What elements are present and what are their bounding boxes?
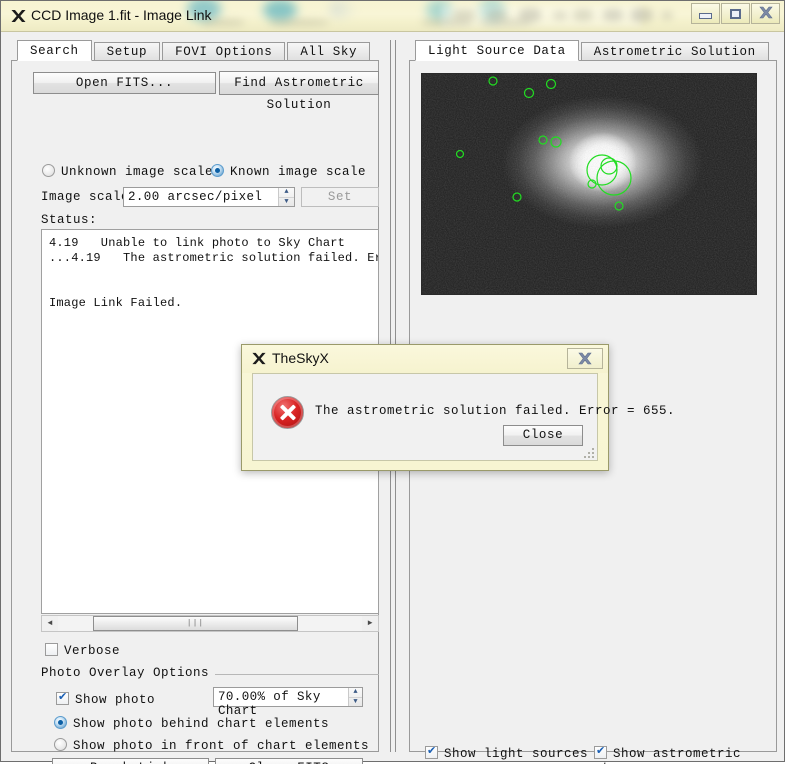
set-button[interactable]: Set	[301, 187, 379, 207]
status-gap	[42, 266, 378, 296]
close-icon	[578, 352, 592, 365]
right-tabstrip: Light Source Data Astrometric Solution	[415, 40, 777, 61]
x-logo-icon	[10, 8, 27, 24]
window-titlebar[interactable]: CCD Image 1.fit - Image Link	[1, 1, 784, 32]
scrollbar-thumb[interactable]: |||	[93, 616, 298, 631]
window-client-area: Search Setup FOVI Options All Sky Open F…	[1, 32, 784, 764]
radio-behind-label: Show photo behind chart elements	[73, 717, 330, 731]
show-astrometric-stars-label: Show astrometric stars	[594, 747, 742, 764]
left-tabstrip: Search Setup FOVI Options All Sky	[17, 40, 379, 61]
image-scale-spin-buttons: ▲ ▼	[278, 188, 294, 206]
window-title: CCD Image 1.fit - Image Link	[31, 7, 212, 23]
radio-photo-behind[interactable]: Show photo behind chart elements	[54, 716, 329, 731]
image-scale-value[interactable]: 2.00 arcsec/pixel	[124, 188, 278, 206]
maximize-icon	[730, 8, 741, 19]
scroll-right-arrow-icon[interactable]: ►	[362, 616, 378, 631]
window-controls	[690, 3, 780, 25]
tab-astrometric-solution[interactable]: Astrometric Solution	[580, 42, 769, 61]
photo-percent-spin-buttons: ▲ ▼	[348, 688, 362, 706]
verbose-checkbox-box	[45, 643, 58, 656]
tab-all-sky[interactable]: All Sky	[287, 42, 371, 61]
radio-behind-indicator	[54, 716, 67, 729]
error-circle-icon	[271, 396, 304, 429]
find-astrometric-solution-button[interactable]: Find Astrometric Solution	[219, 71, 379, 112]
photo-percent-value[interactable]: 70.00% of Sky Chart	[214, 688, 348, 718]
radio-known-label: Known image scale	[230, 165, 367, 179]
image-link-window: CCD Image 1.fit - Image Link Search Setu…	[0, 0, 785, 764]
photo-percent-stepper[interactable]: 70.00% of Sky Chart ▲ ▼	[213, 687, 363, 718]
radio-unknown-label: Unknown image scale	[61, 165, 214, 179]
tab-search[interactable]: Search	[17, 40, 92, 61]
show-astrometric-stars-box	[594, 744, 607, 759]
close-icon	[758, 6, 773, 22]
close-button[interactable]	[751, 3, 780, 24]
dialog-title: TheSkyX	[272, 350, 329, 366]
dialog-close-button[interactable]	[567, 348, 603, 369]
dialog-resize-grip-icon[interactable]	[584, 448, 594, 458]
tab-light-source-data[interactable]: Light Source Data	[415, 40, 579, 61]
break-link-button[interactable]: Break Link	[52, 758, 209, 764]
close-fits-button[interactable]: Close FITS	[215, 758, 363, 764]
ccd-sky-image[interactable]	[421, 73, 757, 295]
show-astrometric-stars-checkbox[interactable]: Show astrometric stars	[594, 744, 784, 764]
tab-fovi-options[interactable]: FOVI Options	[162, 42, 286, 61]
tab-setup[interactable]: Setup	[93, 42, 161, 61]
screenshot-root: CCD Image 1.fit - Image Link Search Setu…	[0, 0, 787, 764]
radio-unknown-indicator	[42, 164, 55, 177]
dialog-close-action-button[interactable]: Close	[503, 425, 583, 446]
scroll-left-arrow-icon[interactable]: ◄	[42, 616, 58, 631]
status-line-1: 4.19 Unable to link photo to Sky Chart	[49, 236, 346, 250]
open-fits-button[interactable]: Open FITS...	[33, 72, 216, 94]
dialog-message: The astrometric solution failed. Error =…	[315, 404, 676, 418]
status-horizontal-scrollbar[interactable]: ◄ ||| ►	[41, 615, 379, 632]
status-line-2: ...4.19 The astrometric solution failed.…	[49, 251, 379, 265]
status-label: Status:	[41, 213, 98, 227]
show-photo-checkbox[interactable]: Show photo	[56, 690, 156, 707]
spin-down-icon[interactable]: ▼	[279, 198, 294, 207]
radio-front-label: Show photo in front of chart elements	[73, 739, 370, 753]
show-photo-label: Show photo	[75, 693, 156, 707]
x-logo-icon	[251, 351, 267, 369]
status-line-5: Image Link Failed.	[49, 296, 183, 310]
show-light-sources-label: Show light sources	[444, 747, 589, 761]
maximize-button[interactable]	[721, 3, 750, 24]
radio-known-image-scale[interactable]: Known image scale	[211, 164, 366, 179]
percent-spin-down-icon[interactable]: ▼	[349, 698, 362, 707]
dialog-titlebar[interactable]: TheSkyX	[242, 345, 608, 373]
radio-unknown-image-scale[interactable]: Unknown image scale	[42, 164, 213, 179]
show-light-sources-checkbox[interactable]: Show light sources	[425, 744, 589, 761]
show-light-sources-box	[425, 744, 438, 759]
radio-photo-front[interactable]: Show photo in front of chart elements	[54, 738, 369, 753]
verbose-checkbox[interactable]: Verbose	[45, 643, 120, 658]
percent-spin-up-icon[interactable]: ▲	[349, 688, 362, 698]
radio-front-indicator	[54, 738, 67, 751]
image-scale-stepper[interactable]: 2.00 arcsec/pixel ▲ ▼	[123, 187, 295, 207]
minimize-button[interactable]	[691, 3, 720, 24]
radio-known-indicator	[211, 164, 224, 177]
scrollbar-track[interactable]: |||	[58, 616, 362, 631]
verbose-label: Verbose	[64, 644, 121, 658]
dialog-body: The astrometric solution failed. Error =…	[252, 373, 675, 461]
minimize-icon	[699, 13, 712, 19]
error-dialog: TheSkyX The astrometric solution failed.…	[241, 344, 675, 471]
show-photo-checkbox-box	[56, 690, 69, 705]
spin-up-icon[interactable]: ▲	[279, 188, 294, 198]
photo-overlay-options-title: Photo Overlay Options	[41, 666, 216, 680]
